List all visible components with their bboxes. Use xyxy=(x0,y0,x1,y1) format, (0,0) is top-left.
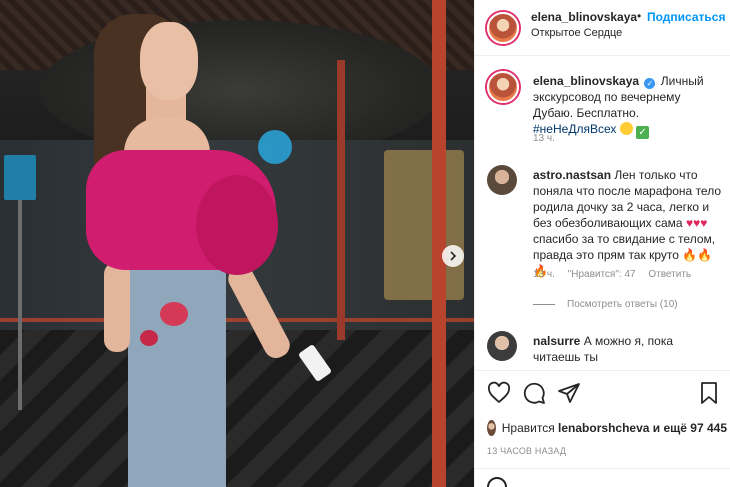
paper-plane-icon[interactable] xyxy=(557,381,581,405)
avatar[interactable] xyxy=(487,165,517,195)
comment-text: astro.nastsan Лен только что поняла что … xyxy=(533,167,723,279)
photo-wall-light xyxy=(384,150,464,300)
comment-icon[interactable] xyxy=(522,381,546,405)
comment-likes-count[interactable]: "Нравится": 47 xyxy=(568,269,636,280)
photo-sign-pole xyxy=(18,200,22,410)
photo-red-line xyxy=(0,318,474,322)
photo-pillar xyxy=(337,60,345,340)
avatar[interactable] xyxy=(487,12,519,44)
caption-text: elena_blinovskaya ✓ Личный экскурсовод п… xyxy=(533,73,723,139)
author-username[interactable]: elena_blinovskaya xyxy=(531,10,637,24)
post-actions-bar xyxy=(475,370,730,410)
post-header: elena_blinovskaya • Подписаться Открытое… xyxy=(475,0,730,56)
location-link[interactable]: Открытое Сердце xyxy=(531,27,622,39)
heart-icon[interactable] xyxy=(487,381,511,405)
verified-badge-icon: ✓ xyxy=(644,78,656,89)
next-photo-button[interactable] xyxy=(442,245,464,267)
caption-username[interactable]: elena_blinovskaya xyxy=(533,74,639,88)
post-photo[interactable] xyxy=(0,0,474,487)
photo-floor xyxy=(0,330,474,487)
likes-summary: Нравится lenaborshcheva и ещё 97 445 xyxy=(487,420,727,436)
heart-emoji-icon: ♥♥♥ xyxy=(685,216,708,230)
comment-meta: 13 ч. "Нравится": 47 Ответить xyxy=(533,269,701,280)
avatar[interactable] xyxy=(487,331,517,361)
view-replies-label: Посмотреть ответы (10) xyxy=(567,299,678,310)
reply-button[interactable]: Ответить xyxy=(648,269,691,280)
avatar[interactable] xyxy=(487,420,496,436)
likes-prefix: Нравится xyxy=(501,421,555,435)
follow-button[interactable]: Подписаться xyxy=(647,10,725,24)
avatar[interactable] xyxy=(487,71,519,103)
comments-list[interactable]: elena_blinovskaya ✓ Личный экскурсовод п… xyxy=(475,57,730,369)
post-timestamp[interactable]: 13 ЧАСОВ НАЗАД xyxy=(487,446,566,456)
comment-username[interactable]: nalsurre xyxy=(533,334,580,348)
photo-pillar xyxy=(432,0,446,487)
comment-text: nalsurre А можно я, пока читаешь ты xyxy=(533,333,723,365)
check-emoji-icon: ✓ xyxy=(636,126,650,139)
photo-sign-stand xyxy=(4,155,36,200)
comment-username[interactable]: astro.nastsan xyxy=(533,168,611,182)
bookmark-icon[interactable] xyxy=(697,381,721,405)
post-side-panel: elena_blinovskaya • Подписаться Открытое… xyxy=(474,0,730,487)
add-comment-bar[interactable] xyxy=(475,468,730,487)
emoji-icon[interactable] xyxy=(487,477,507,487)
comment-timestamp[interactable]: 13 ч. xyxy=(533,269,555,280)
smile-emoji-icon xyxy=(619,122,633,135)
separator-dot: • xyxy=(637,9,642,23)
chevron-right-icon xyxy=(450,251,457,261)
replies-divider xyxy=(533,304,555,305)
likes-user-link[interactable]: lenaborshcheva xyxy=(558,421,649,435)
caption-timestamp[interactable]: 13 ч. xyxy=(533,133,555,144)
photo-wall-badge xyxy=(258,130,292,164)
view-replies-button[interactable]: Посмотреть ответы (10) xyxy=(533,299,678,310)
likes-others-link[interactable]: и ещё 97 445 xyxy=(653,421,727,435)
